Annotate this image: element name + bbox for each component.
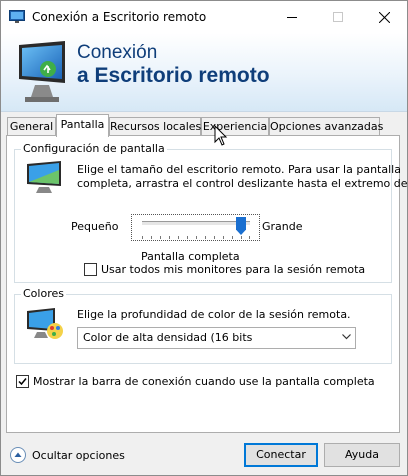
minimize-icon bbox=[287, 17, 297, 18]
display-description-line2: completa, arrastra el control deslizante… bbox=[77, 177, 408, 190]
tab-local-resources[interactable]: Recursos locales bbox=[109, 117, 201, 136]
slider-track bbox=[142, 221, 250, 226]
slider-thumb[interactable] bbox=[236, 217, 246, 235]
display-tab-panel: Configuración de pantalla Elige el tamañ… bbox=[6, 135, 407, 433]
color-depth-dropdown[interactable]: Color de alta densidad (16 bits bbox=[77, 327, 356, 349]
connection-bar-checkbox[interactable] bbox=[16, 375, 29, 388]
all-monitors-checkbox[interactable] bbox=[84, 263, 97, 276]
remote-desktop-window: Conexión a Escritorio remoto Conexión a … bbox=[0, 0, 408, 476]
display-size-slider[interactable] bbox=[131, 214, 260, 241]
mouse-cursor-icon bbox=[214, 125, 228, 146]
colors-group-title: Colores bbox=[21, 287, 66, 300]
remote-desktop-monitor-icon bbox=[19, 41, 65, 102]
all-monitors-label[interactable]: Usar todos mis monitores para la sesión … bbox=[101, 263, 365, 276]
remote-desktop-app-icon bbox=[9, 10, 25, 23]
tab-strip: General Pantalla Recursos locales Experi… bbox=[1, 114, 407, 137]
colors-description: Elige la profundidad de color de la sesi… bbox=[77, 308, 351, 321]
connect-button[interactable]: Conectar bbox=[244, 443, 318, 467]
color-depth-icon bbox=[27, 308, 63, 339]
checkmark-icon bbox=[18, 378, 27, 386]
window-title: Conexión a Escritorio remoto bbox=[32, 10, 207, 24]
tab-experience[interactable]: Experiencia bbox=[201, 117, 269, 136]
slider-value-label: Pantalla completa bbox=[141, 250, 240, 263]
close-icon bbox=[378, 11, 390, 23]
hide-options-label[interactable]: Ocultar opciones bbox=[32, 449, 125, 462]
tab-display[interactable]: Pantalla bbox=[56, 114, 109, 137]
display-config-group-title: Configuración de pantalla bbox=[21, 142, 167, 155]
maximize-icon bbox=[333, 12, 343, 22]
slider-max-label: Grande bbox=[262, 220, 303, 233]
banner-title-line1: Conexión bbox=[77, 42, 158, 63]
display-settings-icon bbox=[27, 161, 61, 193]
close-button[interactable] bbox=[361, 1, 407, 33]
title-bar[interactable]: Conexión a Escritorio remoto bbox=[1, 1, 407, 33]
hide-options-button[interactable] bbox=[10, 447, 26, 463]
maximize-button bbox=[315, 1, 361, 33]
connection-bar-label[interactable]: Mostrar la barra de conexión cuando use … bbox=[33, 375, 375, 388]
chevron-up-icon bbox=[14, 452, 22, 457]
help-button[interactable]: Ayuda bbox=[324, 443, 400, 467]
header-banner: Conexión a Escritorio remoto bbox=[1, 33, 407, 112]
tab-general[interactable]: General bbox=[7, 117, 56, 136]
colors-group: Colores Elige la profundidad de color de… bbox=[14, 287, 392, 364]
display-config-group: Configuración de pantalla Elige el tamañ… bbox=[14, 142, 407, 283]
banner-title-line2: a Escritorio remoto bbox=[77, 64, 270, 87]
minimize-button[interactable] bbox=[269, 1, 315, 33]
chevron-down-icon bbox=[342, 334, 351, 340]
tab-advanced-options[interactable]: Opciones avanzadas bbox=[269, 117, 383, 136]
slider-min-label: Pequeño bbox=[71, 220, 119, 233]
color-depth-selected-value: Color de alta densidad (16 bits bbox=[83, 331, 253, 344]
display-description-line1: Elige el tamaño del escritorio remoto. P… bbox=[77, 163, 401, 176]
slider-ticks bbox=[142, 236, 250, 239]
